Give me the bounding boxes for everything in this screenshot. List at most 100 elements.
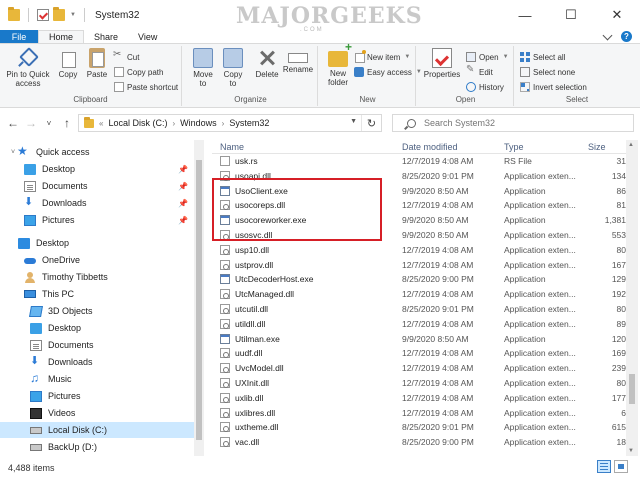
column-type[interactable]: Type — [504, 142, 524, 152]
table-row[interactable]: utcutil.dll 8/25/2020 9:01 PM Application … — [212, 302, 626, 317]
nav-pc-desktop[interactable]: Desktop — [0, 320, 194, 336]
column-name[interactable]: Name — [220, 142, 244, 152]
table-row[interactable]: uxtheme.dll 8/25/2020 9:01 PM Application … — [212, 420, 626, 435]
nav-desktop[interactable]: Desktop — [0, 235, 194, 251]
address-dropdown-icon[interactable]: ▼ — [350, 118, 357, 125]
nav-this-pc[interactable]: This PC — [0, 286, 194, 302]
table-row[interactable]: usk.rs 12/7/2019 4:08 AM RS File 31 — [212, 154, 626, 169]
nav-user[interactable]: Timothy Tibbetts — [0, 269, 194, 285]
pin-icon[interactable]: 📌 — [178, 216, 188, 225]
paste-shortcut-button[interactable]: Paste shortcut — [114, 80, 178, 94]
scrollbar-thumb[interactable] — [629, 374, 635, 404]
open-button[interactable]: Open ▼ — [466, 50, 509, 64]
select-none-button[interactable]: Select none — [520, 65, 575, 79]
paste-label: Paste — [86, 70, 108, 79]
desktop-icon — [18, 237, 30, 249]
tab-view[interactable]: View — [128, 30, 167, 43]
table-row[interactable]: utildll.dll 12/7/2019 4:08 AM Application … — [212, 317, 626, 332]
minimize-button[interactable]: — — [502, 0, 548, 30]
nav-3d-objects[interactable]: 3D Objects — [0, 303, 194, 319]
nav-backup-drive[interactable]: BackUp (D:) — [0, 439, 194, 455]
table-row[interactable]: ustprov.dll 12/7/2019 4:08 AM Application … — [212, 258, 626, 273]
nav-qa-pictures[interactable]: Pictures 📌 — [0, 212, 194, 228]
pin-icon[interactable]: 📌 — [178, 199, 188, 208]
breadcrumb-separator-icon[interactable]: › — [222, 119, 225, 128]
table-row[interactable]: UtcManaged.dll 12/7/2019 4:08 AM Applicati… — [212, 287, 626, 302]
table-row[interactable]: uudf.dll 12/7/2019 4:08 AM Application ext… — [212, 346, 626, 361]
scrollbar-thumb[interactable] — [196, 160, 202, 440]
copy-path-button[interactable]: Copy path — [114, 65, 163, 79]
close-button[interactable]: ✕ — [594, 0, 640, 30]
pin-icon[interactable]: 📌 — [178, 182, 188, 191]
nav-local-disk[interactable]: Local Disk (C:) — [0, 422, 194, 438]
back-arrow-icon[interactable]: ← — [4, 113, 22, 133]
forward-arrow-icon[interactable]: → — [22, 113, 40, 133]
rename-button[interactable]: Rename — [282, 48, 314, 74]
new-folder-icon[interactable] — [53, 7, 65, 21]
nav-qa-desktop[interactable]: Desktop 📌 — [0, 161, 194, 177]
up-arrow-icon[interactable]: ↑ — [58, 113, 76, 133]
properties-button[interactable]: Properties — [422, 48, 462, 79]
breadcrumb-local-disk[interactable]: Local Disk (C:) — [108, 118, 167, 128]
address-bar[interactable]: « Local Disk (C:) › Windows › System32 ▼… — [78, 114, 382, 132]
refresh-icon[interactable]: ↻ — [361, 115, 381, 131]
nav-quick-access[interactable]: ˅ Quick access — [0, 144, 194, 160]
copy-to-button[interactable]: Copy to — [220, 48, 246, 88]
maximize-button[interactable]: ☐ — [548, 0, 594, 30]
pin-icon[interactable]: 📌 — [178, 165, 188, 174]
folder-icon — [84, 116, 94, 128]
help-icon[interactable]: ? — [621, 31, 632, 42]
delete-button[interactable]: Delete — [254, 48, 280, 79]
copy-button[interactable]: Copy — [56, 48, 80, 79]
recent-locations-icon[interactable]: ˅ — [40, 113, 58, 133]
tab-file[interactable]: File — [0, 30, 38, 43]
pin-to-quick-access-button[interactable]: Pin to Quick access — [4, 48, 52, 88]
edit-button[interactable]: Edit — [466, 64, 493, 79]
table-row[interactable]: vac.dll 8/25/2020 9:00 PM Application exte… — [212, 435, 626, 450]
properties-icon[interactable] — [37, 9, 49, 21]
expand-ribbon-icon[interactable] — [602, 30, 613, 40]
table-row[interactable]: uxlib.dll 12/7/2019 4:08 AM Application ex… — [212, 391, 626, 406]
easy-access-button[interactable]: Easy access ▼ — [354, 65, 422, 79]
table-row[interactable]: UvcModel.dll 12/7/2019 4:08 AM Application… — [212, 361, 626, 376]
nav-pc-videos[interactable]: Videos — [0, 405, 194, 421]
nav-pc-documents[interactable]: Documents — [0, 337, 194, 353]
column-size[interactable]: Size — [588, 142, 606, 152]
details-view-icon[interactable] — [597, 460, 611, 473]
nav-onedrive[interactable]: OneDrive — [0, 252, 194, 268]
nav-pc-downloads[interactable]: Downloads — [0, 354, 194, 370]
tab-share[interactable]: Share — [84, 30, 128, 43]
scroll-down-icon[interactable]: ▼ — [628, 448, 634, 454]
nav-pc-music[interactable]: Music — [0, 371, 194, 387]
history-button[interactable]: History — [466, 80, 504, 94]
breadcrumb-system32[interactable]: System32 — [229, 118, 269, 128]
table-row[interactable]: UtcDecoderHost.exe 8/25/2020 9:00 PM Appli… — [212, 272, 626, 287]
tab-home[interactable]: Home — [38, 30, 85, 43]
search-box[interactable] — [392, 114, 634, 132]
breadcrumb-separator-icon[interactable]: › — [172, 119, 175, 128]
table-row[interactable]: UXInit.dll 12/7/2019 4:08 AM Application e… — [212, 376, 626, 391]
nav-qa-downloads[interactable]: Downloads 📌 — [0, 195, 194, 211]
cut-button[interactable]: Cut — [113, 49, 139, 64]
table-row[interactable]: Utilman.exe 9/9/2020 8:50 AM Application 12… — [212, 332, 626, 347]
move-to-button[interactable]: Move to — [190, 48, 216, 88]
nav-scrollbar[interactable] — [194, 140, 204, 456]
nav-pc-pictures[interactable]: Pictures — [0, 388, 194, 404]
invert-selection-button[interactable]: Invert selection — [520, 80, 587, 94]
paste-button[interactable]: Paste — [84, 48, 110, 79]
breadcrumb-windows[interactable]: Windows — [180, 118, 217, 128]
customize-toolbar-icon[interactable]: ▼ — [70, 12, 76, 18]
dll-file-icon — [220, 363, 230, 374]
scroll-up-icon[interactable]: ▲ — [628, 142, 634, 148]
file-list-scrollbar[interactable]: ▲ ▼ — [626, 140, 638, 456]
table-row[interactable]: uxlibres.dll 12/7/2019 4:08 AM Application… — [212, 406, 626, 421]
column-date-modified[interactable]: Date modified — [402, 142, 458, 152]
breadcrumb-overflow-icon[interactable]: « — [99, 119, 103, 128]
table-row[interactable]: usp10.dll 12/7/2019 4:08 AM Application ex… — [212, 243, 626, 258]
new-folder-button[interactable]: New folder — [324, 43, 352, 87]
nav-qa-documents[interactable]: Documents 📌 — [0, 178, 194, 194]
select-all-button[interactable]: Select all — [520, 50, 565, 64]
new-item-button[interactable]: New item ▼ — [354, 50, 410, 64]
search-input[interactable] — [424, 118, 624, 128]
large-icons-view-icon[interactable] — [614, 460, 628, 473]
